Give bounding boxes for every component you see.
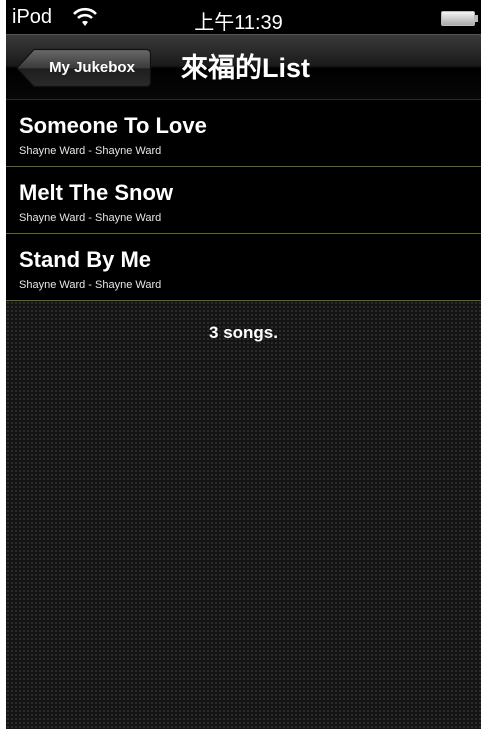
song-title: Stand By Me	[19, 247, 152, 272]
battery-icon	[441, 11, 478, 26]
status-bar: iPod 上午11:39	[6, 0, 481, 34]
navigation-bar: My Jukebox 來福的List	[6, 34, 481, 100]
song-list: Someone To Love Shayne Ward - Shayne War…	[6, 100, 481, 301]
song-count: 3 songs.	[209, 323, 278, 342]
song-artist-album: Shayne Ward - Shayne Ward	[19, 145, 162, 157]
song-row[interactable]: Melt The Snow Shayne Ward - Shayne Ward	[6, 167, 481, 234]
song-title: Melt The Snow	[19, 180, 173, 205]
page-title: 來福的List	[181, 53, 311, 83]
song-row[interactable]: Someone To Love Shayne Ward - Shayne War…	[6, 100, 481, 167]
back-button[interactable]: My Jukebox	[16, 48, 152, 88]
list-footer: 3 songs.	[6, 301, 481, 729]
song-artist-album: Shayne Ward - Shayne Ward	[19, 212, 162, 224]
song-artist-album: Shayne Ward - Shayne Ward	[19, 279, 162, 291]
song-title: Someone To Love	[19, 113, 207, 138]
back-button-label: My Jukebox	[49, 59, 135, 76]
song-row[interactable]: Stand By Me Shayne Ward - Shayne Ward	[6, 234, 481, 301]
status-time: 上午11:39	[194, 12, 283, 34]
device-screen: iPod 上午11:39 My Jukebox 來福的List Someone …	[6, 0, 481, 729]
